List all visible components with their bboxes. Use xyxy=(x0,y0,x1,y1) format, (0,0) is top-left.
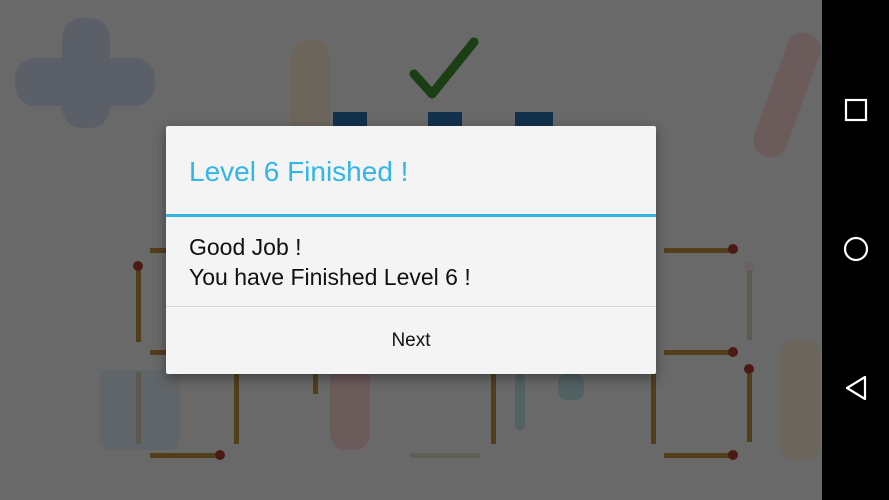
dialog-title: Level 6 Finished ! xyxy=(189,156,409,187)
home-icon xyxy=(843,236,869,262)
next-button[interactable]: Next xyxy=(166,307,656,374)
dialog-message-line-2: You have Finished Level 6 ! xyxy=(189,264,471,290)
recent-apps-icon xyxy=(844,98,868,122)
navigation-bar xyxy=(822,0,889,500)
level-finished-dialog: Level 6 Finished ! Good Job ! You have F… xyxy=(166,126,656,374)
home-button[interactable] xyxy=(840,233,872,265)
recent-apps-button[interactable] xyxy=(840,94,872,126)
dialog-message-line-1: Good Job ! xyxy=(189,234,302,260)
dialog-title-divider xyxy=(166,214,656,217)
back-button[interactable] xyxy=(840,372,872,404)
back-icon xyxy=(845,375,867,401)
